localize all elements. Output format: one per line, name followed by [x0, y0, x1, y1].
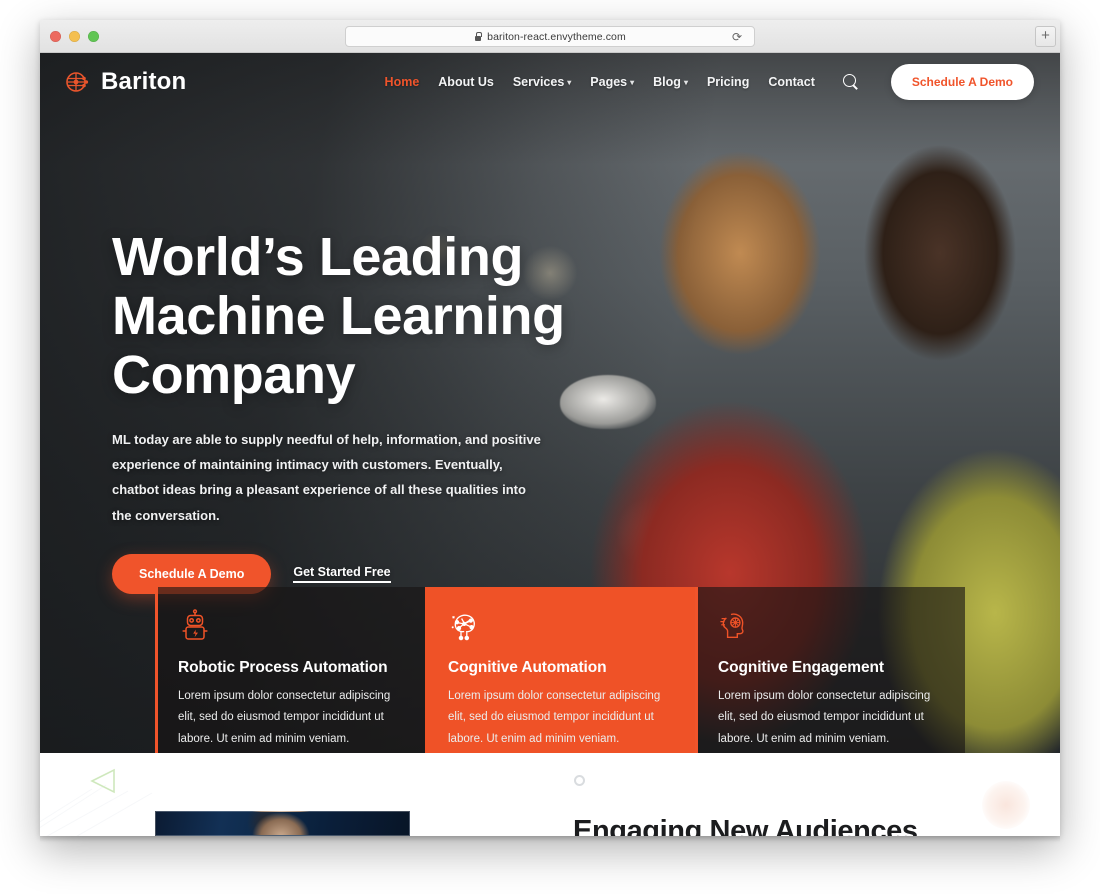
nav-item-pricing[interactable]: Pricing	[707, 75, 749, 89]
browser-window: bariton-react.envytheme.com ⟳ + Bariton …	[40, 20, 1060, 836]
head-brain-icon	[720, 613, 744, 638]
minimize-window-button[interactable]	[69, 30, 80, 42]
reload-icon[interactable]: ⟳	[732, 31, 744, 43]
feature-card-robotic-process-automation[interactable]: Robotic Process Automation Lorem ipsum d…	[155, 587, 425, 753]
nav-item-label: Services	[512, 75, 565, 89]
feature-description: Lorem ipsum dolor consectetur adipiscing…	[178, 690, 391, 745]
nav-item-label: Pages	[590, 75, 628, 89]
nav-item-home[interactable]: Home	[385, 75, 420, 89]
feature-card-cognitive-engagement[interactable]: Cognitive Engagement Lorem ipsum dolor c…	[695, 587, 965, 753]
close-window-button[interactable]	[50, 30, 61, 42]
chevron-down-icon: ▾	[683, 78, 688, 87]
maximize-window-button[interactable]	[88, 30, 99, 42]
nav-item-label: About Us	[438, 75, 494, 89]
robot-icon	[182, 609, 208, 640]
feature-card-cognitive-automation[interactable]: Cognitive Automation Lorem ipsum dolor c…	[425, 587, 695, 753]
feature-cards: Robotic Process Automation Lorem ipsum d…	[155, 587, 1060, 753]
chevron-down-icon: ▾	[630, 78, 635, 87]
chevron-down-icon: ▾	[567, 78, 572, 87]
feature-title: Cognitive Automation	[448, 659, 607, 676]
nav-item-pages[interactable]: Pages ▾	[590, 75, 634, 89]
feature-title: Cognitive Engagement	[718, 659, 884, 676]
neural-network-icon	[451, 614, 475, 641]
feature-title: Robotic Process Automation	[178, 659, 388, 676]
feature-description: Lorem ipsum dolor consectetur adipiscing…	[448, 690, 661, 745]
nav-item-contact[interactable]: Contact	[768, 75, 815, 89]
nav-menu: Home About Us Services ▾ Pages ▾ Blog ▾ …	[385, 64, 1034, 100]
hero-title: World’s Leading Machine Learning Company	[112, 227, 565, 405]
url-text: bariton-react.envytheme.com	[487, 30, 626, 43]
nav-item-about-us[interactable]: About Us	[438, 75, 494, 89]
nav-item-label: Blog	[653, 75, 681, 89]
browser-titlebar: bariton-react.envytheme.com ⟳ +	[40, 20, 1060, 53]
nav-item-label: Home	[384, 75, 420, 89]
hero-content: World’s Leading Machine Learning Company…	[112, 228, 632, 594]
section-heading: Engaging New Audiences	[573, 815, 918, 836]
circuit-network-icon	[66, 72, 89, 92]
nav-item-label: Pricing	[706, 75, 750, 89]
schedule-demo-button-nav[interactable]: Schedule A Demo	[890, 64, 1034, 100]
engaging-new-audiences-section: Engaging New Audiences	[40, 753, 1060, 836]
hero-description: ML today are able to supply needful of h…	[112, 431, 541, 523]
get-started-free-link[interactable]: Get Started Free	[293, 565, 391, 583]
window-shadow	[40, 836, 1060, 842]
address-bar[interactable]: bariton-react.envytheme.com ⟳	[345, 26, 755, 47]
carousel-indicator[interactable]	[574, 775, 585, 786]
search-icon[interactable]	[842, 74, 859, 90]
video-thumbnail[interactable]	[155, 811, 410, 836]
new-tab-button[interactable]: +	[1035, 26, 1056, 47]
site-navbar: Bariton Home About Us Services ▾ Pages ▾…	[40, 53, 1060, 111]
circle-blob-decoration	[982, 781, 1030, 829]
window-controls	[50, 30, 99, 42]
feature-description: Lorem ipsum dolor consectetur adipiscing…	[718, 690, 931, 745]
nav-item-blog[interactable]: Blog ▾	[653, 75, 688, 89]
logo-text: Bariton	[101, 68, 187, 95]
hero-section: Bariton Home About Us Services ▾ Pages ▾…	[40, 53, 1060, 753]
site-logo[interactable]: Bariton	[65, 68, 186, 96]
lock-icon	[474, 32, 483, 41]
nav-item-label: Contact	[768, 75, 815, 89]
nav-item-services[interactable]: Services ▾	[513, 75, 571, 89]
page-viewport: Bariton Home About Us Services ▾ Pages ▾…	[40, 53, 1060, 836]
